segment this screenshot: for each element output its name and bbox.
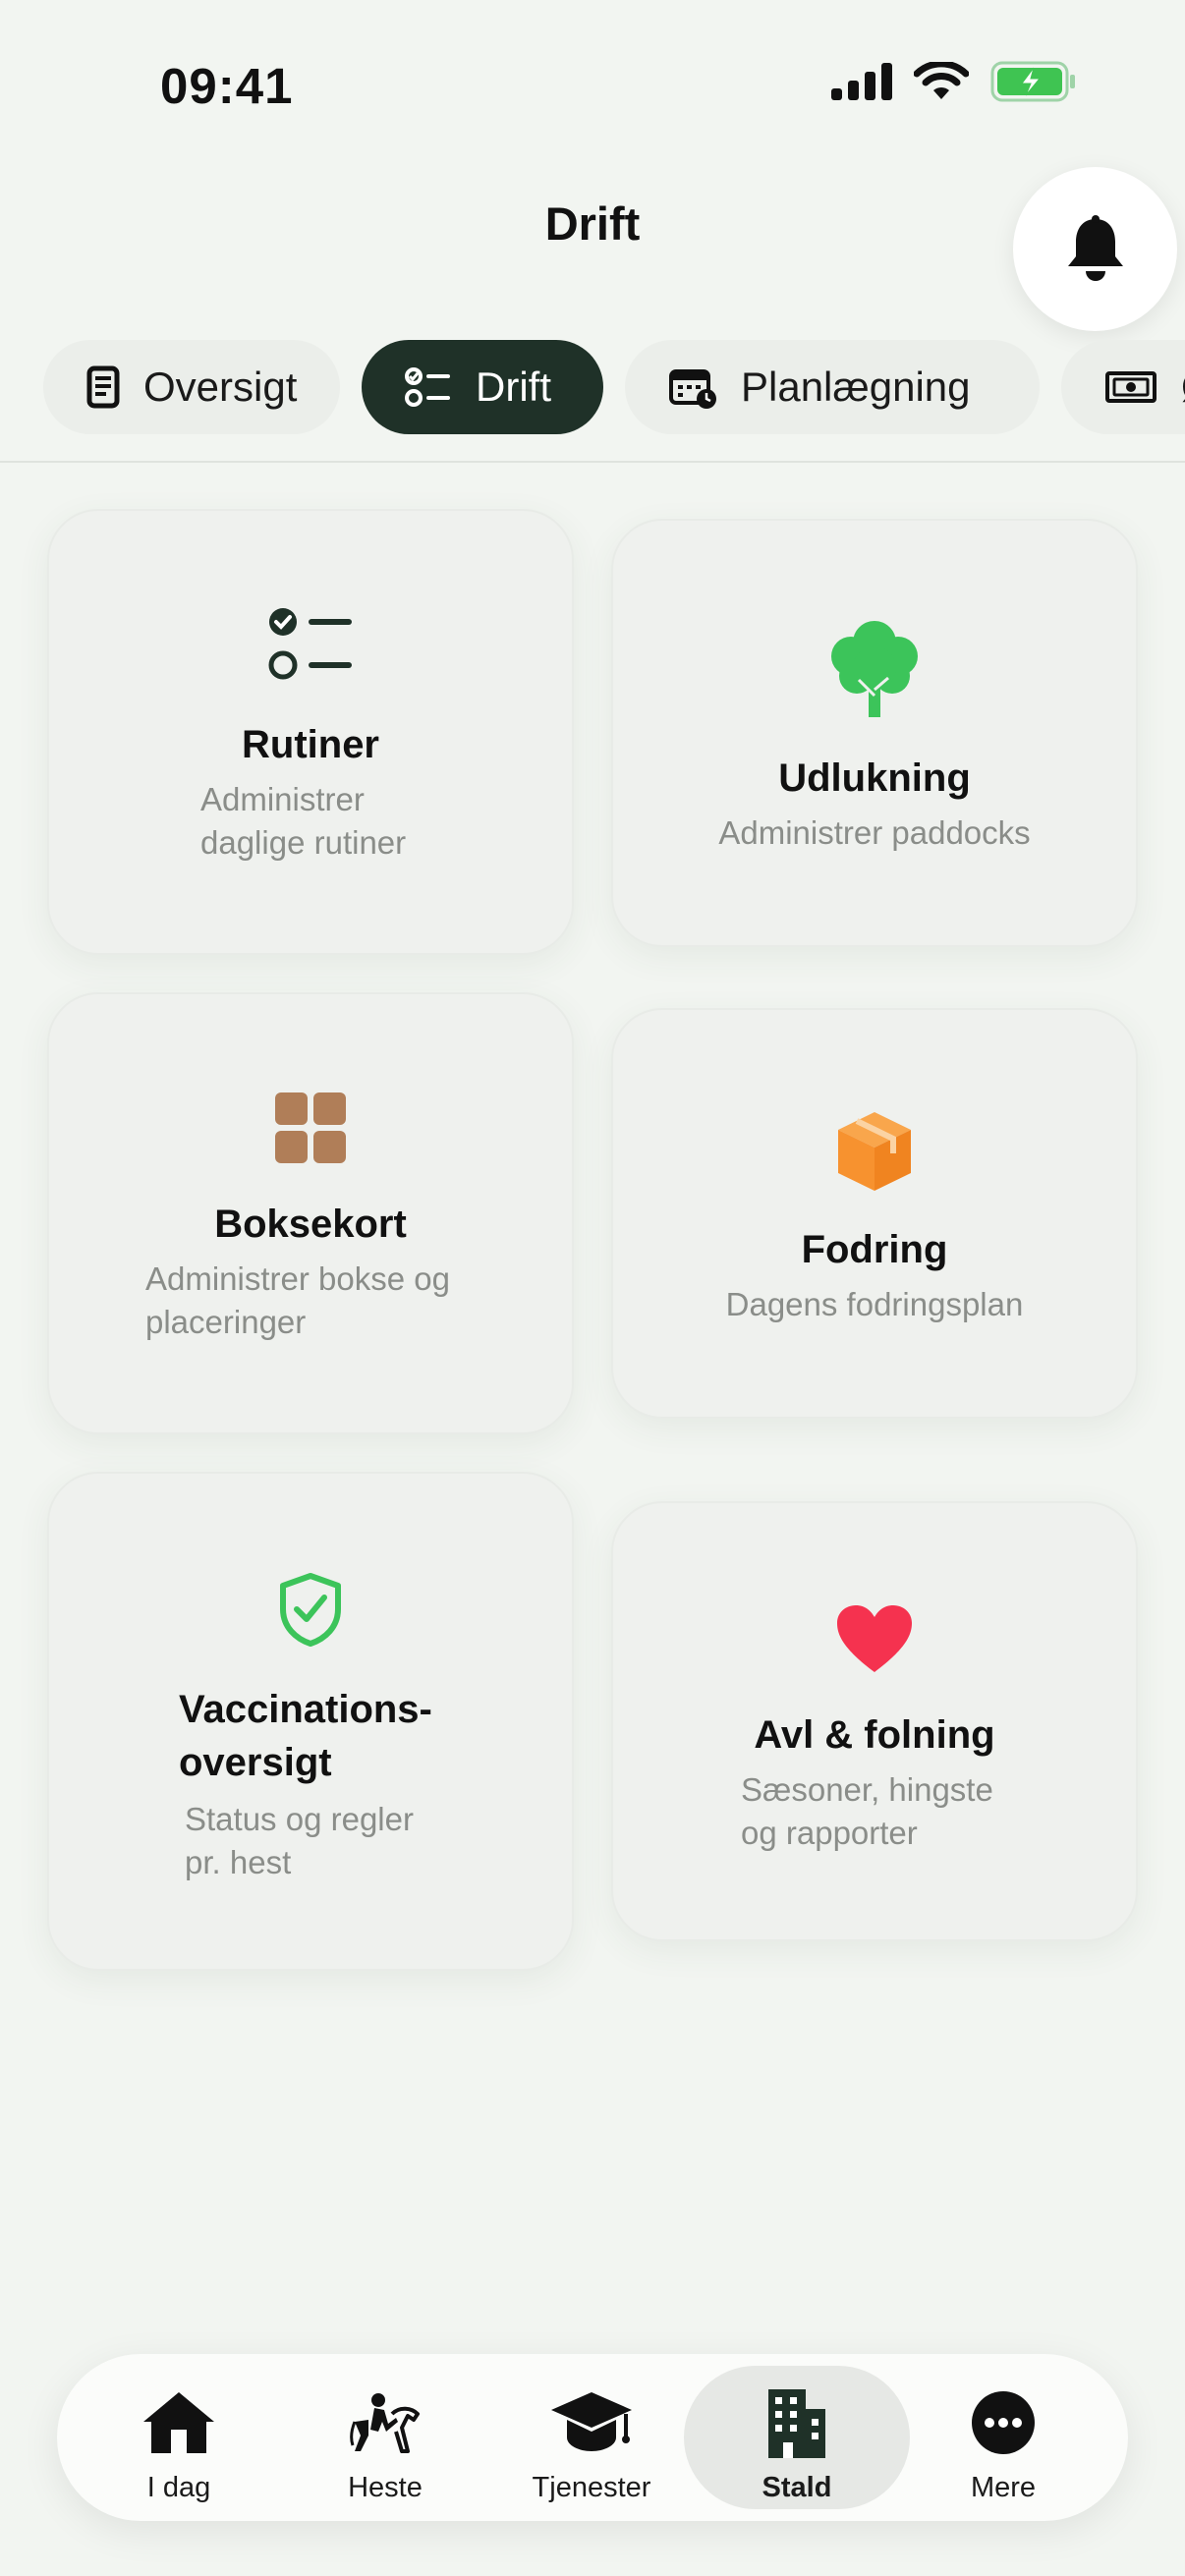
card-subtitle-line2: daglige rutiner (200, 824, 407, 861)
status-icons (831, 61, 1077, 102)
tree-icon (613, 617, 1136, 719)
tab-okonomi[interactable]: Øk (1061, 340, 1185, 434)
cellular-signal-icon (831, 63, 892, 100)
nav-item-tjenester[interactable]: Tjenester (493, 2354, 690, 2521)
card-subtitle-line2: pr. hest (185, 1844, 292, 1880)
checklist-icon (49, 605, 572, 682)
more-icon (905, 2383, 1101, 2462)
nav-item-stald[interactable]: Stald (699, 2354, 895, 2521)
card-subtitle: Administrer bokse og (145, 1260, 450, 1297)
tab-oversigt[interactable]: Oversigt (43, 340, 340, 434)
card-title: Rutiner (242, 723, 379, 766)
card-boksekort[interactable]: Boksekort Administrer bokse og placering… (47, 992, 574, 1434)
nav-label: I dag (146, 2472, 211, 2503)
battery-charging-icon (990, 61, 1075, 102)
card-vaccinationsoversigt[interactable]: Vaccinations- oversigt Status og regler … (47, 1472, 574, 1971)
document-icon (86, 365, 120, 409)
card-subtitle-line2: placeringer (145, 1304, 307, 1340)
card-subtitle: Status og regler (185, 1801, 414, 1837)
nav-label: Mere (970, 2472, 1037, 2503)
status-bar: 09:41 (0, 0, 1185, 167)
wifi-icon (914, 62, 969, 99)
card-udlukning[interactable]: Udlukning Administrer paddocks (611, 519, 1138, 947)
notifications-button[interactable] (1013, 167, 1177, 331)
tab-drift[interactable]: Drift (362, 340, 603, 434)
calendar-clock-icon (668, 365, 717, 409)
card-subtitle: Dagens fodringsplan (725, 1286, 1024, 1322)
box-icon (613, 1110, 1136, 1193)
page-title: Drift (544, 197, 641, 250)
banknote-icon (1104, 370, 1157, 404)
divider (0, 461, 1185, 463)
tab-drift-label: Drift (476, 364, 551, 410)
grid-icon (49, 1092, 572, 1163)
heart-icon (613, 1603, 1136, 1674)
card-title: Fodring (801, 1228, 948, 1271)
card-subtitle: Sæsoner, hingste (741, 1771, 993, 1808)
status-time: 09:41 (160, 58, 294, 114)
card-title: Vaccinations- (179, 1688, 432, 1731)
bell-icon (1067, 214, 1123, 281)
building-icon (699, 2383, 895, 2462)
house-icon (81, 2383, 277, 2462)
card-title: Boksekort (214, 1203, 407, 1246)
horse-rider-icon (287, 2383, 483, 2462)
card-fodring[interactable]: Fodring Dagens fodringsplan (611, 1008, 1138, 1419)
card-title: Udlukning (778, 756, 971, 800)
card-subtitle: Administrer (200, 781, 365, 817)
graduation-cap-icon (493, 2383, 690, 2462)
tab-planlaegning[interactable]: Planlægning (625, 340, 1040, 434)
nav-label: Heste (348, 2472, 423, 2503)
card-subtitle-line2: og rapporter (741, 1815, 918, 1851)
checklist-icon (405, 366, 452, 408)
bottom-tab-bar: I dag Heste Tjenester Stald Mere (57, 2354, 1128, 2521)
nav-label: Stald (762, 2472, 832, 2503)
card-avl-folning[interactable]: Avl & folning Sæsoner, hingste og rappor… (611, 1501, 1138, 1941)
segment-tabs: Oversigt Drift Planlægning (43, 340, 1185, 434)
nav-item-heste[interactable]: Heste (287, 2354, 483, 2521)
nav-label: Tjenester (532, 2472, 651, 2503)
nav-item-i-dag[interactable]: I dag (81, 2354, 277, 2521)
nav-item-mere[interactable]: Mere (905, 2354, 1101, 2521)
card-rutiner[interactable]: Rutiner Administrer daglige rutiner (47, 509, 574, 955)
shield-check-icon (49, 1572, 572, 1647)
card-title: Avl & folning (754, 1713, 995, 1757)
tab-planlaegning-label: Planlægning (741, 364, 971, 410)
tab-okonomi-label: Øk (1181, 364, 1185, 411)
card-subtitle: Administrer paddocks (718, 814, 1031, 851)
card-title-line2: oversigt (179, 1741, 332, 1784)
tab-oversigt-label: Oversigt (143, 364, 298, 410)
